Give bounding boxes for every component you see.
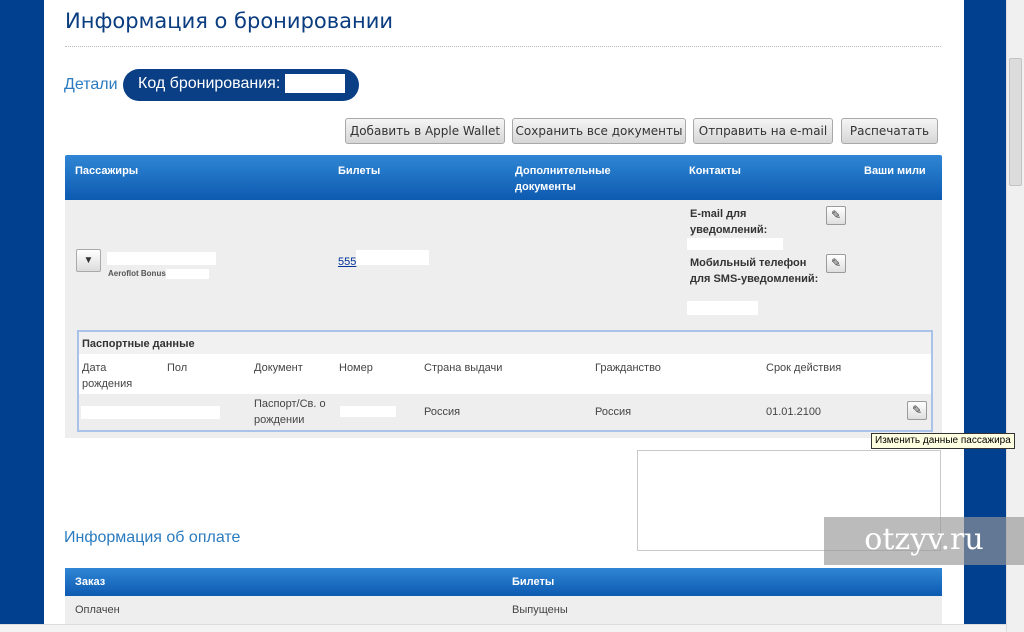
expiry-value: 01.01.2100 xyxy=(766,406,822,418)
pencil-icon: ✎ xyxy=(830,256,842,270)
apple-wallet-button[interactable]: Добавить в Apple Wallet xyxy=(345,118,505,144)
citizenship-value: Россия xyxy=(595,406,632,418)
col-passengers: Пассажиры xyxy=(75,165,139,177)
passport-row: Паспорт/Св. о рождении Россия Россия 01.… xyxy=(79,394,931,430)
payment-table-header: Заказ Билеты xyxy=(65,568,942,596)
email-notification-label: E-mail для уведомлений: xyxy=(690,208,768,236)
print-button[interactable]: Распечатать xyxy=(841,118,938,144)
col-payment-tickets: Билеты xyxy=(512,576,555,588)
passenger-row: ▼ Aeroflot Bonus 555 E-mail для уведомле… xyxy=(65,200,942,324)
triangle-down-icon: ▼ xyxy=(83,255,94,266)
col-contacts: Контакты xyxy=(689,165,741,177)
birth-gender-redacted xyxy=(81,406,220,419)
save-all-documents-button[interactable]: Сохранить все документы xyxy=(512,118,686,144)
edit-passenger-tooltip: Изменить данные пассажира xyxy=(871,433,1015,449)
sms-notification-label: Мобильный телефон для SMS-уведомлений: xyxy=(690,257,819,285)
watermark: otzyv.ru xyxy=(824,517,1024,565)
booking-code-badge: Код бронирования: xyxy=(123,69,359,101)
passport-panel: Паспортные данные Дата рождения Пол Доку… xyxy=(77,330,933,432)
phone-value-redacted xyxy=(687,301,758,315)
col-issue-country: Страна выдачи xyxy=(424,362,503,374)
col-gender: Пол xyxy=(167,362,188,374)
passport-section: Паспортные данные Дата рождения Пол Доку… xyxy=(65,324,942,438)
pencil-icon: ✎ xyxy=(911,403,923,417)
pencil-icon: ✎ xyxy=(830,208,842,222)
left-background xyxy=(0,0,44,632)
issue-country-value: Россия xyxy=(424,406,461,418)
col-citizenship: Гражданство xyxy=(595,362,661,374)
bonus-number-redacted xyxy=(166,269,209,279)
col-extra-docs: Дополнительные документы xyxy=(515,165,611,193)
col-miles: Ваши мили xyxy=(864,165,926,177)
payment-row: Оплачен Выпущены xyxy=(65,596,942,624)
passengers-table-header: Пассажиры Билеты Дополнительные документ… xyxy=(65,155,942,200)
tickets-status: Выпущены xyxy=(512,604,568,616)
col-birth-date: Дата рождения xyxy=(82,362,133,390)
booking-code-label: Код бронирования: xyxy=(138,75,281,92)
edit-phone-button[interactable]: ✎ xyxy=(826,254,846,273)
col-tickets: Билеты xyxy=(338,165,381,177)
edit-passenger-button[interactable]: ✎ xyxy=(907,401,927,420)
payment-info-title: Информация об оплате xyxy=(64,529,241,546)
order-status: Оплачен xyxy=(75,604,120,616)
expand-passenger-button[interactable]: ▼ xyxy=(76,249,101,272)
email-value-redacted xyxy=(687,238,783,250)
ticket-number-redacted xyxy=(356,250,429,265)
col-number: Номер xyxy=(339,362,373,374)
send-email-button[interactable]: Отправить на e-mail xyxy=(693,118,833,144)
document-value: Паспорт/Св. о рождении xyxy=(254,398,326,426)
bonus-program-label: Aeroflot Bonus xyxy=(108,269,166,278)
horizontal-scrollbar[interactable] xyxy=(0,624,1006,632)
passenger-name-redacted xyxy=(107,252,216,265)
col-expiry: Срок действия xyxy=(766,362,842,374)
scrollbar-thumb[interactable] xyxy=(1009,58,1022,186)
document-number-redacted xyxy=(340,406,396,417)
passport-title: Паспортные данные xyxy=(79,332,931,354)
edit-email-button[interactable]: ✎ xyxy=(826,206,846,225)
col-document: Документ xyxy=(254,362,303,374)
col-order: Заказ xyxy=(75,576,106,588)
booking-code-value-redacted xyxy=(285,74,345,93)
page-title: Информация о бронировании xyxy=(65,9,394,33)
ticket-prefix: 555 xyxy=(338,256,357,268)
details-label: Детали xyxy=(64,76,118,93)
title-divider xyxy=(65,46,941,47)
